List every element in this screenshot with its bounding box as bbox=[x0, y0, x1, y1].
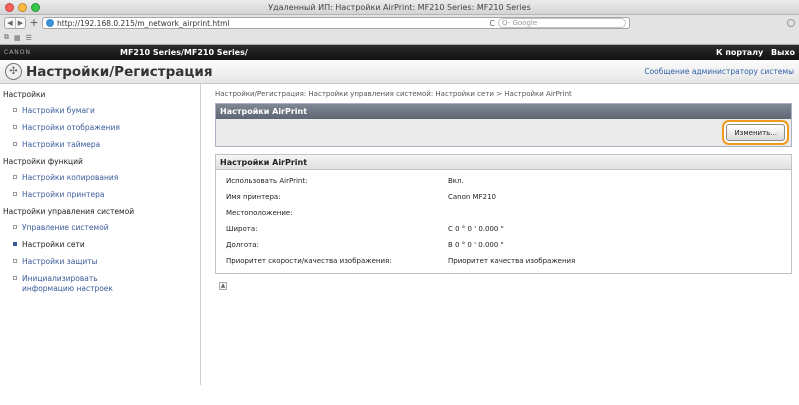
bullet-icon bbox=[13, 125, 17, 129]
sidebar-section-settings: Настройки bbox=[3, 90, 46, 99]
minimize-window-button[interactable] bbox=[18, 3, 27, 12]
sidebar-item-label: Настройки сети bbox=[22, 240, 85, 249]
bookmarks-menu-icon[interactable]: ☰ bbox=[26, 34, 32, 42]
bullet-icon bbox=[13, 225, 17, 229]
setting-label: Местоположение: bbox=[226, 209, 293, 217]
sidebar-item-label: Настройки таймера bbox=[22, 140, 101, 149]
device-model: MF210 Series/MF210 Series/ bbox=[120, 48, 248, 57]
setting-label: Широта: bbox=[226, 225, 258, 233]
setting-row: Широта: С 0 ° 0 ' 0.000 " bbox=[216, 221, 791, 237]
setting-value: Canon MF210 bbox=[448, 193, 496, 201]
setting-value: Вкл. bbox=[448, 177, 464, 185]
header-links: К порталу Выхо bbox=[716, 48, 795, 57]
sidebar-section-functions: Настройки функций bbox=[3, 157, 83, 166]
settings-icon: ✣ bbox=[5, 63, 22, 80]
nav-buttons: ◀ ▶ bbox=[4, 17, 26, 29]
sidebar-item-timer[interactable]: Настройки таймера bbox=[0, 137, 200, 154]
details-title: Настройки AirPrint bbox=[216, 155, 791, 170]
sidebar: Настройки Настройки бумаги Настройки ото… bbox=[0, 84, 201, 385]
sidebar-item-label: Инициализировать информацию настроек bbox=[22, 274, 113, 293]
bullet-icon bbox=[13, 259, 17, 263]
toolbar-menu-icon[interactable] bbox=[787, 19, 795, 27]
browser-toolbar: ◀ ▶ + http://192.168.0.215/m_network_air… bbox=[0, 15, 799, 31]
window-controls bbox=[5, 3, 40, 12]
sidebar-item-printer[interactable]: Настройки принтера bbox=[0, 187, 200, 204]
sidebar-item-copy[interactable]: Настройки копирования bbox=[0, 170, 200, 187]
top-sites-icon[interactable]: ▦ bbox=[14, 34, 21, 42]
setting-label: Имя принтера: bbox=[226, 193, 281, 201]
setting-row: Использовать AirPrint: Вкл. bbox=[216, 173, 791, 189]
bullet-icon bbox=[13, 276, 17, 280]
setting-row: Местоположение: bbox=[216, 205, 791, 221]
bullet-icon bbox=[13, 192, 17, 196]
logout-link[interactable]: Выхо bbox=[771, 48, 795, 57]
sidebar-item-initialize[interactable]: Инициализировать информацию настроек bbox=[0, 271, 200, 299]
sidebar-item-label: Настройки копирования bbox=[22, 173, 119, 182]
search-input[interactable]: Q- Google bbox=[498, 18, 626, 28]
setting-row: Приоритет скорости/качества изображения:… bbox=[216, 253, 791, 269]
setting-value: Приоритет качества изображения bbox=[448, 257, 576, 265]
forward-icon[interactable]: ▶ bbox=[15, 18, 25, 28]
window-title: Удаленный ИП: Настройки AirPrint: MF210 … bbox=[268, 3, 531, 12]
setting-value: В 0 ° 0 ' 0.000 " bbox=[448, 241, 504, 249]
sidebar-section-system: Настройки управления системой bbox=[3, 207, 135, 216]
sidebar-item-label: Настройки защиты bbox=[22, 257, 98, 266]
reload-icon[interactable]: C bbox=[489, 19, 495, 28]
maximize-window-button[interactable] bbox=[31, 3, 40, 12]
brand-logo: CANON bbox=[4, 49, 31, 56]
edit-button[interactable]: Изменить... bbox=[726, 124, 785, 141]
bullet-icon bbox=[13, 108, 17, 112]
setting-value: С 0 ° 0 ' 0.000 " bbox=[448, 225, 504, 233]
panel-title: Настройки AirPrint bbox=[216, 104, 791, 119]
setting-label: Долгота: bbox=[226, 241, 259, 249]
bullet-icon bbox=[13, 175, 17, 179]
bookmarks-bar: ⧉ ▦ ☰ bbox=[0, 31, 799, 45]
bullet-icon bbox=[13, 142, 17, 146]
reading-list-icon[interactable]: ⧉ bbox=[4, 33, 9, 42]
address-bar[interactable]: http://192.168.0.215/m_network_airprint.… bbox=[42, 17, 630, 29]
sidebar-item-label: Настройки бумаги bbox=[22, 106, 95, 115]
browser-titlebar: Удаленный ИП: Настройки AirPrint: MF210 … bbox=[0, 0, 799, 15]
main-content: Настройки/Регистрация: Настройки управле… bbox=[201, 84, 799, 385]
breadcrumb: Настройки/Регистрация: Настройки управле… bbox=[215, 90, 572, 98]
airprint-details-panel: Настройки AirPrint Использовать AirPrint… bbox=[215, 154, 792, 274]
setting-row: Имя принтера: Canon MF210 bbox=[216, 189, 791, 205]
sidebar-item-label: Настройки принтера bbox=[22, 190, 105, 199]
url-text[interactable]: http://192.168.0.215/m_network_airprint.… bbox=[57, 19, 489, 28]
page-title: Настройки/Регистрация bbox=[26, 63, 213, 80]
sidebar-item-label: Настройки отображения bbox=[22, 123, 120, 132]
sidebar-item-network[interactable]: Настройки сети bbox=[0, 237, 200, 254]
setting-row: Долгота: В 0 ° 0 ' 0.000 " bbox=[216, 237, 791, 253]
setting-label: Использовать AirPrint: bbox=[226, 177, 308, 185]
close-window-button[interactable] bbox=[5, 3, 14, 12]
back-icon[interactable]: ◀ bbox=[5, 18, 15, 28]
bullet-icon bbox=[13, 242, 17, 246]
sidebar-item-display[interactable]: Настройки отображения bbox=[0, 120, 200, 137]
airprint-edit-panel: Настройки AirPrint Изменить... bbox=[215, 103, 792, 147]
page-title-bar: ✣ Настройки/Регистрация Сообщение админи… bbox=[0, 60, 799, 84]
add-bookmark-icon[interactable]: + bbox=[29, 17, 39, 29]
scroll-top-icon[interactable]: ▲ bbox=[219, 282, 227, 290]
app-header: CANON MF210 Series/MF210 Series/ К порта… bbox=[0, 45, 799, 60]
portal-link[interactable]: К порталу bbox=[716, 48, 763, 57]
site-icon bbox=[46, 19, 54, 27]
sidebar-item-system-management[interactable]: Управление системой bbox=[0, 220, 200, 237]
sidebar-item-paper[interactable]: Настройки бумаги bbox=[0, 103, 200, 120]
admin-message-link[interactable]: Сообщение администратору системы bbox=[644, 67, 794, 76]
sidebar-item-label: Управление системой bbox=[22, 223, 109, 232]
setting-label: Приоритет скорости/качества изображения: bbox=[226, 257, 392, 265]
sidebar-item-security[interactable]: Настройки защиты bbox=[0, 254, 200, 271]
